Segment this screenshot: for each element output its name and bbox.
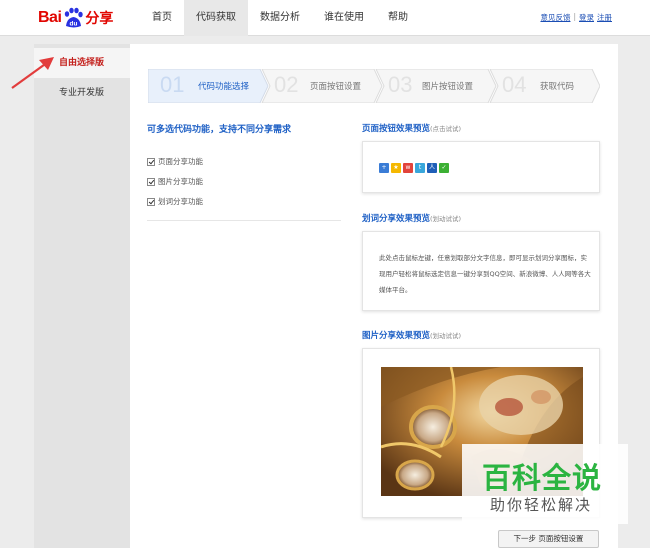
nav-home[interactable]: 首页: [140, 0, 184, 36]
tencent-weibo-icon[interactable]: t: [415, 163, 425, 173]
step-2-label[interactable]: 页面按钮设置: [310, 80, 361, 92]
logo-bai-text: Bai: [38, 9, 62, 26]
share-icon-row: + ★ w t 人 ✓: [379, 163, 449, 173]
weibo-icon[interactable]: w: [403, 163, 413, 173]
link-separator: |: [573, 12, 576, 21]
watermark-subtitle: 助你轻松解决: [490, 496, 593, 514]
red-arrow-annotation: [11, 57, 54, 89]
qzone-icon[interactable]: ★: [391, 163, 401, 173]
top-header: Bai du 分享 首页 代码获取 数据分析 谁在使用 帮助 意见反馈 | 登录…: [0, 0, 650, 36]
page-button-preview-title: 页面按钮效果预览(点击试试): [362, 122, 461, 134]
wechat-icon[interactable]: ✓: [439, 163, 449, 173]
step-4-number: 04: [502, 72, 527, 97]
page-button-preview-hint: (点击试试): [430, 125, 462, 133]
text-share-preview-hint: (划动试试): [430, 215, 462, 223]
text-share-sample-text[interactable]: 此处点击鼠标左键，任意划取部分文字信息，即可显示划词分享图标，实现用户轻松将鼠标…: [379, 250, 591, 298]
next-step-button[interactable]: 下一步 页面按钮设置: [498, 530, 599, 548]
step-2-number: 02: [274, 72, 299, 97]
image-share-preview-hint: (划动试试): [430, 332, 462, 340]
more-icon[interactable]: +: [379, 163, 389, 173]
option-page-share[interactable]: 页面分享功能: [147, 156, 203, 167]
login-link[interactable]: 登录: [579, 12, 594, 23]
logo-fenxiang-text: 分享: [85, 11, 114, 27]
step-1-label[interactable]: 代码功能选择: [198, 80, 249, 92]
image-share-label: 图片分享功能: [158, 177, 203, 186]
step-progress: 01 代码功能选择 02 页面按钮设置 03 图片按钮设置 04 获取代码: [148, 69, 600, 103]
text-share-preview-title: 划词分享效果预览(划动试试): [362, 212, 461, 224]
nav-analytics[interactable]: 数据分析: [248, 0, 312, 36]
feature-select-title: 可多选代码功能，支持不同分享需求: [147, 125, 292, 135]
top-links: 意见反馈 | 登录 注册: [540, 12, 612, 23]
option-image-share[interactable]: 图片分享功能: [147, 176, 203, 187]
image-share-checkbox[interactable]: [147, 177, 155, 186]
page-button-preview-heading: 页面按钮效果预览: [362, 124, 431, 134]
step-3-label[interactable]: 图片按钮设置: [422, 80, 473, 92]
text-share-preview-heading: 划词分享效果预览: [362, 214, 431, 224]
nav-users[interactable]: 谁在使用: [312, 0, 376, 36]
page-button-preview-box: + ★ w t 人 ✓: [362, 141, 600, 193]
text-share-preview-box[interactable]: 此处点击鼠标左键，任意划取部分文字信息，即可显示划词分享图标，实现用户轻松将鼠标…: [362, 231, 600, 311]
page-share-label: 页面分享功能: [158, 157, 203, 166]
nav-help[interactable]: 帮助: [376, 0, 420, 36]
image-share-preview-title: 图片分享效果预览(划动试试): [362, 329, 461, 341]
watermark-title: 百科全说: [482, 461, 603, 495]
option-text-share[interactable]: 划词分享功能: [147, 196, 203, 207]
baidu-paw-icon: du: [65, 7, 84, 28]
logo-du-text: du: [70, 21, 78, 28]
step-1-number: 01: [160, 72, 185, 97]
baike-watermark: 百科全说 助你轻松解决: [462, 444, 628, 524]
main-nav: 首页 代码获取 数据分析 谁在使用 帮助: [140, 0, 420, 36]
baidu-share-logo[interactable]: Bai du 分享: [38, 6, 113, 30]
text-share-checkbox[interactable]: [147, 197, 155, 206]
register-link[interactable]: 注册: [597, 12, 612, 23]
feedback-link[interactable]: 意见反馈: [540, 12, 570, 23]
text-share-label: 划词分享功能: [158, 197, 203, 206]
sidebar: 自由选择版 专业开发版: [34, 44, 130, 548]
divider: [147, 220, 341, 221]
renren-icon[interactable]: 人: [427, 163, 437, 173]
step-4-label[interactable]: 获取代码: [540, 80, 574, 92]
image-share-preview-heading: 图片分享效果预览: [362, 331, 431, 341]
step-3-number: 03: [388, 72, 413, 97]
nav-code[interactable]: 代码获取: [184, 0, 248, 36]
page-share-checkbox[interactable]: [147, 157, 155, 166]
